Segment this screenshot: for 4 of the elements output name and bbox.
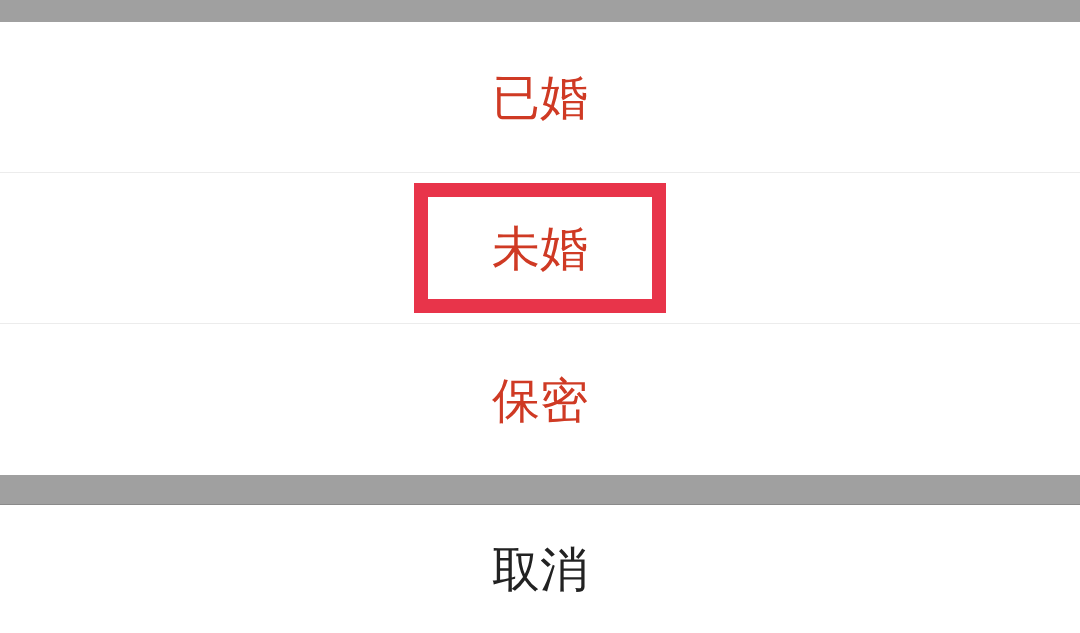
cancel-button[interactable]: 取消 <box>468 525 612 613</box>
option-button[interactable]: 已婚 <box>414 32 666 162</box>
option-button[interactable]: 保密 <box>414 334 666 465</box>
option-button[interactable]: 未婚 <box>414 183 666 313</box>
